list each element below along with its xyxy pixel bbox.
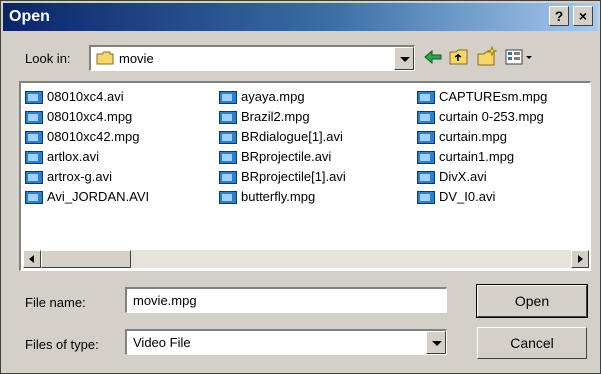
video-file-icon <box>219 151 237 164</box>
file-item[interactable]: curtain1.mpg <box>417 147 547 167</box>
video-file-icon <box>25 131 43 144</box>
lookin-dropdown[interactable]: movie <box>89 45 415 71</box>
help-button[interactable]: ? <box>549 6 569 26</box>
up-folder-icon[interactable] <box>447 45 471 69</box>
horizontal-scrollbar[interactable] <box>23 250 589 268</box>
title-bar[interactable]: Open ? × <box>3 3 598 31</box>
filetype-label: Files of type: <box>25 337 99 352</box>
video-file-icon <box>219 91 237 104</box>
file-item[interactable]: BRprojectile.avi <box>219 147 346 167</box>
filetype-value: Video File <box>133 335 191 350</box>
lookin-value: movie <box>119 51 154 66</box>
filename-input[interactable]: movie.mpg <box>125 287 447 313</box>
file-column-1: 08010xc4.avi 08010xc4.mpg 08010xc42.mpg … <box>25 87 149 207</box>
file-item[interactable]: BRprojectile[1].avi <box>219 167 346 187</box>
folder-icon <box>96 51 114 65</box>
view-menu-icon[interactable] <box>503 45 537 69</box>
file-item[interactable]: CAPTUREsm.mpg <box>417 87 547 107</box>
file-item[interactable]: BRdialogue[1].avi <box>219 127 346 147</box>
video-file-icon <box>417 111 435 124</box>
file-item[interactable]: ayaya.mpg <box>219 87 346 107</box>
scroll-thumb[interactable] <box>41 250 131 268</box>
scroll-right-button[interactable] <box>571 250 589 268</box>
lookin-label: Look in: <box>25 51 71 66</box>
file-column-2: ayaya.mpg Brazil2.mpg BRdialogue[1].avi … <box>219 87 346 207</box>
video-file-icon <box>219 131 237 144</box>
video-file-icon <box>417 191 435 204</box>
video-file-icon <box>219 171 237 184</box>
lookin-dropdown-arrow[interactable] <box>394 47 414 70</box>
video-file-icon <box>417 91 435 104</box>
video-file-icon <box>25 171 43 184</box>
file-item[interactable]: DivX.avi <box>417 167 547 187</box>
open-dialog: Open ? × Look in: movie 08010xc4.avi 080… <box>0 0 601 374</box>
video-file-icon <box>417 171 435 184</box>
video-file-icon <box>219 191 237 204</box>
filename-value: movie.mpg <box>133 293 197 308</box>
video-file-icon <box>25 151 43 164</box>
file-item[interactable]: curtain.mpg <box>417 127 547 147</box>
file-item[interactable]: Avi_JORDAN.AVI <box>25 187 149 207</box>
video-file-icon <box>219 111 237 124</box>
file-item[interactable]: curtain 0-253.mpg <box>417 107 547 127</box>
scroll-right-icon <box>578 255 583 263</box>
file-item[interactable]: 08010xc4.mpg <box>25 107 149 127</box>
scroll-left-button[interactable] <box>23 250 41 268</box>
video-file-icon <box>25 111 43 124</box>
video-file-icon <box>25 91 43 104</box>
file-item[interactable]: artlox.avi <box>25 147 149 167</box>
window-title: Open <box>9 8 50 25</box>
cancel-button[interactable]: Cancel <box>477 327 587 359</box>
file-column-3: CAPTUREsm.mpg curtain 0-253.mpg curtain.… <box>417 87 547 207</box>
filename-label: File name: <box>25 295 86 310</box>
open-button[interactable]: Open <box>476 284 588 318</box>
scroll-left-icon <box>29 255 34 263</box>
file-item[interactable]: artrox-g.avi <box>25 167 149 187</box>
new-folder-icon[interactable] <box>475 45 499 69</box>
filetype-dropdown-arrow[interactable] <box>426 331 446 354</box>
video-file-icon <box>25 191 43 204</box>
file-list[interactable]: 08010xc4.avi 08010xc4.mpg 08010xc42.mpg … <box>19 81 591 271</box>
file-item[interactable]: 08010xc42.mpg <box>25 127 149 147</box>
close-button[interactable]: × <box>573 6 593 26</box>
file-item[interactable]: 08010xc4.avi <box>25 87 149 107</box>
video-file-icon <box>417 131 435 144</box>
file-item[interactable]: DV_I0.avi <box>417 187 547 207</box>
file-item[interactable]: Brazil2.mpg <box>219 107 346 127</box>
file-item[interactable]: butterfly.mpg <box>219 187 346 207</box>
back-arrow-icon[interactable] <box>421 45 445 69</box>
filetype-dropdown[interactable]: Video File <box>125 329 447 355</box>
video-file-icon <box>417 151 435 164</box>
